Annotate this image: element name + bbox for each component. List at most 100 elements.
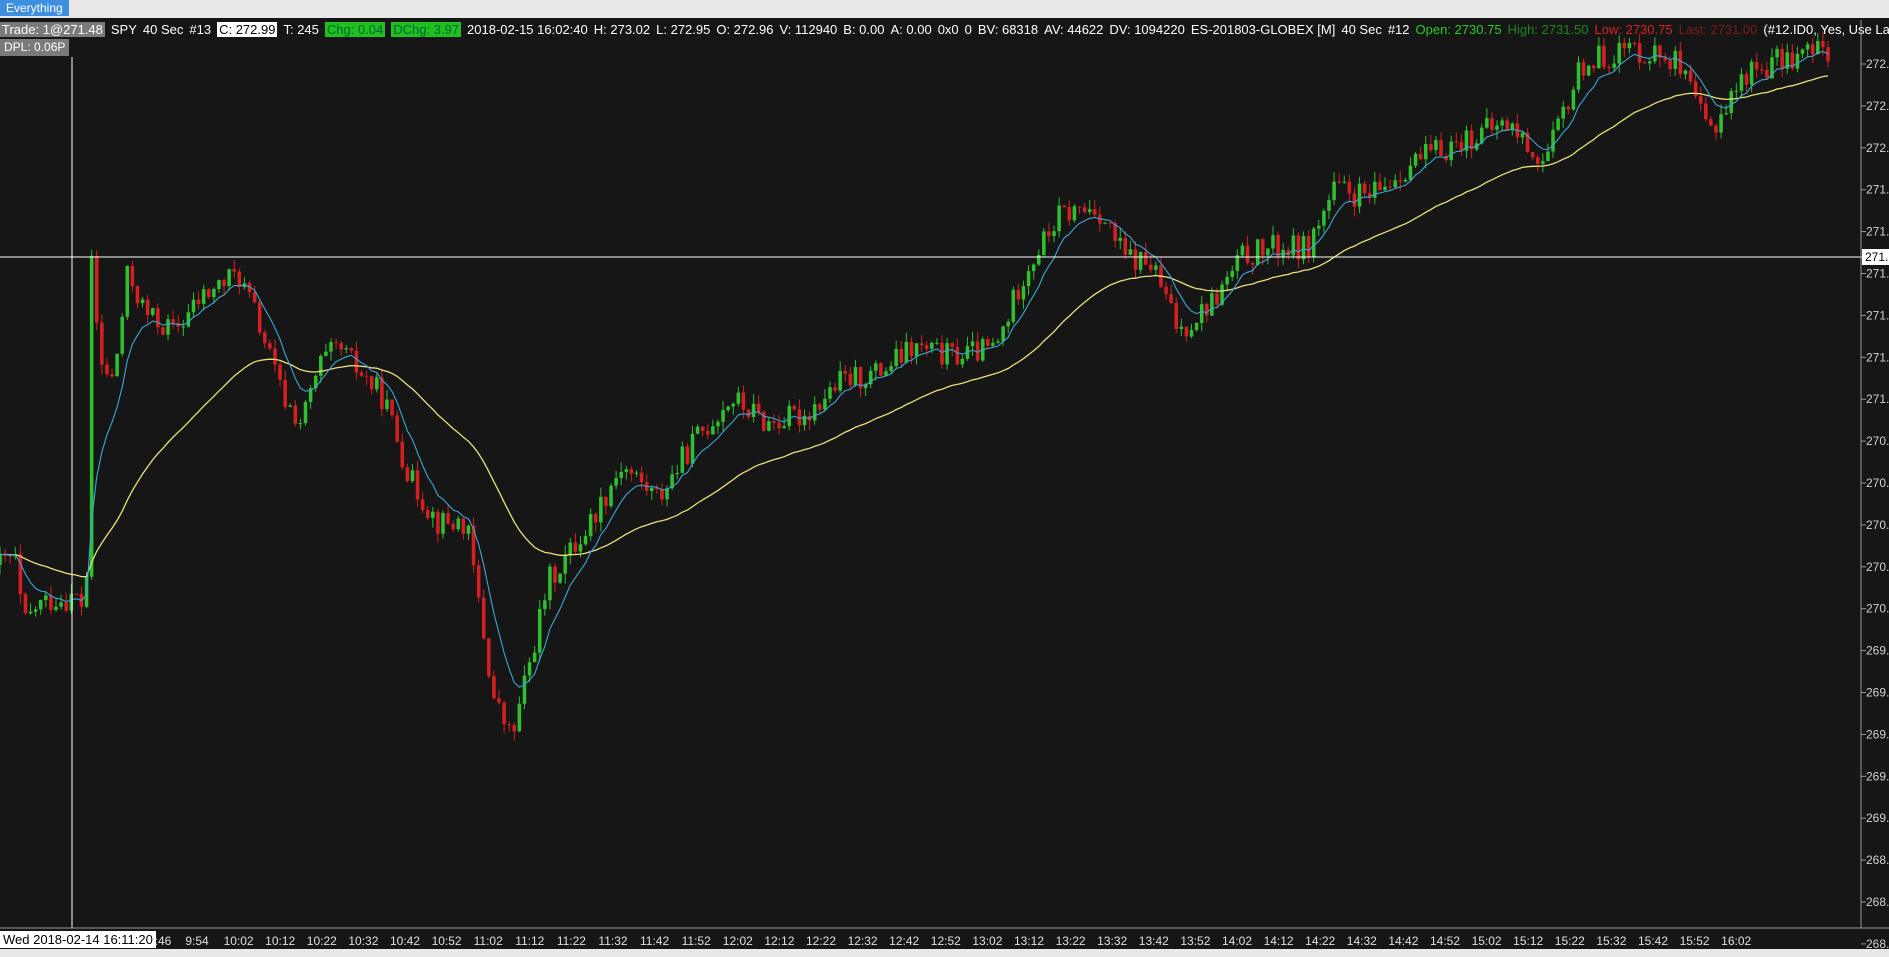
candle-body <box>1800 49 1805 54</box>
candle-body <box>960 358 965 365</box>
price-chart[interactable]: 272. 272. 272. 271. 271. 271. 271. 271. 271. 270.… <box>0 0 1889 957</box>
candle-body <box>1576 62 1581 90</box>
candle-body <box>894 349 898 367</box>
candle-body <box>1739 74 1744 91</box>
x-tick-label: 11:42 <box>640 934 669 948</box>
candle-body <box>64 602 68 611</box>
candle-body <box>1210 293 1214 316</box>
candle-body <box>334 342 338 344</box>
candle-body <box>436 511 440 534</box>
candle-body <box>166 319 170 335</box>
candle-body <box>1271 235 1275 249</box>
candle-body <box>1561 106 1565 119</box>
x-tick-label: 12:32 <box>848 934 878 948</box>
candle-body <box>619 471 623 479</box>
candle-body <box>288 405 293 407</box>
candle-body <box>1541 161 1545 164</box>
candle-body <box>818 404 822 410</box>
x-tick-label: 12:52 <box>931 934 961 948</box>
candle-body <box>507 724 511 726</box>
x-tick-label: 11:52 <box>682 934 711 948</box>
candle-body <box>395 415 399 442</box>
x-tick-label: 14:32 <box>1347 934 1377 948</box>
candle-body <box>924 345 929 349</box>
candle-body <box>1551 129 1555 152</box>
candle-body <box>1036 254 1041 265</box>
candle-body <box>1362 183 1367 194</box>
candle-body <box>1042 231 1046 255</box>
candle-body <box>568 542 573 556</box>
candle-body <box>991 342 995 346</box>
candle-body <box>599 496 603 523</box>
candle-body <box>833 387 837 391</box>
candle-body <box>1632 42 1637 44</box>
candle-body <box>1103 222 1107 224</box>
candle-body <box>1612 63 1616 68</box>
candle-body <box>828 387 832 399</box>
x-tick-label: 10:32 <box>348 934 378 948</box>
candle-body <box>634 472 639 474</box>
candle-body <box>736 392 741 404</box>
candle-body <box>1413 153 1418 166</box>
candle-body <box>1052 231 1056 237</box>
candle-body <box>548 566 552 601</box>
y-tick-label: 271. <box>1866 267 1889 281</box>
candle-body <box>731 403 736 407</box>
candle-body <box>1169 294 1173 304</box>
candle-body <box>543 600 547 610</box>
current-price-tag: 271. <box>1862 249 1889 265</box>
x-tick-label: 11:12 <box>515 934 544 948</box>
candle-body <box>135 286 140 304</box>
candle-body <box>1566 106 1571 110</box>
candle-body <box>1495 125 1499 130</box>
candle-body <box>268 343 272 349</box>
candle-body <box>324 351 328 356</box>
x-tick-label: 10:42 <box>390 934 420 948</box>
candle-body <box>1490 118 1494 130</box>
candle-body <box>140 299 145 304</box>
candle-body <box>1520 132 1525 138</box>
candle-body <box>1673 50 1678 69</box>
candle-body <box>120 316 124 354</box>
candle-body <box>298 423 303 425</box>
candle-body <box>930 342 934 349</box>
candle-body <box>1683 70 1688 75</box>
candle-body <box>1347 181 1352 194</box>
candle-body <box>986 339 990 346</box>
x-tick-label: 12:22 <box>806 934 836 948</box>
candle-body <box>823 398 827 410</box>
candle-body <box>583 536 588 545</box>
candle-body <box>1057 205 1061 232</box>
candle-body <box>1530 152 1535 158</box>
y-tick-label: 271. <box>1866 392 1889 406</box>
candle-body <box>741 392 746 410</box>
candle-body <box>1795 53 1800 69</box>
candle-body <box>171 319 175 323</box>
candle-body <box>74 593 79 595</box>
candle-body <box>1434 140 1438 151</box>
candle-body <box>1586 65 1591 76</box>
candle-body <box>904 341 909 363</box>
candle-body <box>1485 118 1489 128</box>
candle-body <box>186 312 191 327</box>
x-tick-label: 13:12 <box>1014 934 1044 948</box>
candle-body <box>481 597 486 639</box>
candle-body <box>1591 65 1596 69</box>
x-tick-label: 15:52 <box>1680 934 1710 948</box>
y-tick-label: 268. <box>1866 853 1889 867</box>
y-axis: 272. 272. 272. 271. 271. 271. 271. 271. 271. 270.… <box>1861 57 1889 951</box>
candle-body <box>1403 179 1408 182</box>
candle-body <box>1607 67 1611 69</box>
candle-body <box>1810 44 1815 55</box>
candle-body <box>502 702 506 725</box>
candle-body <box>1821 40 1825 48</box>
candle-body <box>1780 48 1784 69</box>
candle-body <box>23 593 28 614</box>
y-tick-label: 272. <box>1866 141 1889 155</box>
candle-body <box>970 341 975 347</box>
candle-body <box>940 342 944 365</box>
x-tick-label: 12:42 <box>889 934 919 948</box>
candle-body <box>354 350 359 373</box>
candle-body <box>161 327 165 335</box>
candle-body <box>1123 237 1128 255</box>
